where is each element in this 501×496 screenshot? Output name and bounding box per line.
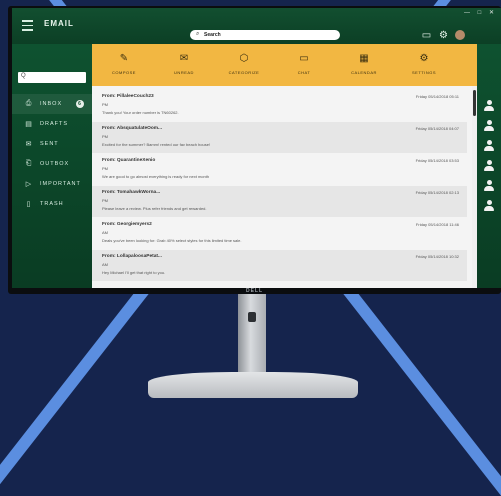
categorize-button[interactable]: ⬡ CATEGORIZE	[224, 52, 264, 75]
top-bar: EMAIL ⌕ Search ▭ ⚙ — □ ✕	[12, 8, 501, 44]
message-time-period: PM	[102, 198, 108, 203]
top-icons: ▭ ⚙	[421, 30, 465, 41]
contact-avatar-icon[interactable]	[484, 140, 494, 152]
contact-avatar-icon[interactable]	[484, 120, 494, 132]
sidebar-item-important[interactable]: ▷ IMPORTANT	[12, 174, 92, 194]
outbox-icon: ⎗	[25, 160, 33, 167]
message-row[interactable]: From: PillaleeCouch23 Friday 05/14/2018 0…	[92, 90, 467, 121]
trash-icon: ▯	[26, 201, 32, 208]
message-row[interactable]: From: Georgiemyers2 Friday 05/14/2018 11:…	[92, 218, 467, 249]
message-date: Friday 05/14/2018 11:46	[415, 222, 459, 227]
background-stripe	[0, 283, 151, 496]
unread-button[interactable]: ✉ UNREAD	[164, 52, 204, 75]
message-preview: Please leave a review. Plus refer friend…	[102, 206, 207, 211]
message-preview: Deals you've been looking for: Grab 40% …	[102, 238, 242, 243]
message-date: Friday 05/14/2018 04:07	[415, 126, 459, 131]
message-time-period: AM	[102, 230, 108, 235]
sidebar-item-label: SENT	[40, 141, 59, 147]
message-date: Friday 05/14/2018 05:11	[415, 94, 459, 99]
gear-icon: ⚙	[419, 53, 429, 64]
sidebar-item-trash[interactable]: ▯ TRASH	[12, 194, 92, 214]
message-row[interactable]: From: LollapaloosaPetat... Friday 05/14/2…	[92, 250, 467, 281]
message-row[interactable]: From: QuarantineXenio Friday 05/14/2018 0…	[92, 154, 467, 185]
toolbar-label: SETTINGS	[411, 70, 436, 75]
drafts-icon: ▤	[25, 121, 33, 128]
sidebar-search-icon: Q	[21, 73, 26, 79]
message-sender: From: PillaleeCouch23	[102, 94, 154, 99]
important-icon: ▷	[25, 181, 33, 188]
sidebar-item-inbox[interactable]: ⎙ INBOX 6	[12, 94, 92, 114]
toolbar-label: COMPOSE	[112, 70, 136, 75]
chat-bubble-icon[interactable]: ▭	[421, 30, 432, 41]
message-sender: From: Georgiemyers2	[102, 222, 152, 227]
sidebar-item-label: INBOX	[40, 101, 63, 107]
monitor-stand	[238, 294, 266, 374]
message-row[interactable]: From: AbsquatulateOom... Friday 05/14/201…	[92, 122, 467, 153]
app-title: EMAIL	[44, 19, 74, 28]
contact-avatar-icon[interactable]	[484, 200, 494, 212]
toolbar-label: UNREAD	[174, 70, 194, 75]
sidebar-item-sent[interactable]: ✉ SENT	[12, 134, 92, 154]
message-date: Friday 05/14/2018 03:53	[415, 158, 459, 163]
contact-avatar-icon[interactable]	[484, 100, 494, 112]
settings-button[interactable]: ⚙ SETTINGS	[404, 52, 444, 75]
message-time-period: PM	[102, 134, 108, 139]
sidebar-item-label: IMPORTANT	[40, 181, 81, 187]
message-sender: From: LollapaloosaPetat...	[102, 254, 162, 259]
tag-icon: ⬡	[239, 53, 249, 64]
unread-count-badge: 6	[76, 100, 84, 108]
message-sender: From: AbsquatulateOom...	[102, 126, 163, 131]
toolbar: ✎ COMPOSE ✉ UNREAD ⬡ CATEGORIZE ▭ CHAT ▦ CALENDAR…	[92, 44, 477, 86]
contacts-rail	[477, 44, 501, 288]
envelope-icon: ✉	[179, 53, 189, 64]
gear-icon[interactable]: ⚙	[438, 30, 449, 41]
sidebar-item-label: OUTBOX	[40, 161, 70, 167]
chat-button[interactable]: ▭ CHAT	[284, 52, 324, 75]
sidebar: Q ⎙ INBOX 6 ▤ DRAFTS ✉ SENT ⎗ OUTBOX ▷ IMPORTANT ▯ T…	[12, 44, 92, 288]
window-controls[interactable]: — □ ✕	[464, 9, 497, 16]
search-input[interactable]: ⌕ Search	[190, 30, 340, 40]
monitor: EMAIL ⌕ Search ▭ ⚙ — □ ✕ Q ⎙ INBOX 6 ▤ DRAFT…	[8, 6, 501, 294]
pencil-icon: ✎	[119, 53, 129, 64]
message-sender: From: QuarantineXenio	[102, 158, 156, 163]
search-icon: ⌕	[196, 31, 200, 37]
sidebar-search-input[interactable]: Q	[18, 72, 86, 83]
message-preview: Thank you! Your order number is TN60262.	[102, 110, 179, 115]
message-time-period: AM	[102, 262, 108, 267]
message-preview: We are good to go almost everything is r…	[102, 174, 210, 179]
message-time-period: PM	[102, 102, 108, 107]
hamburger-menu-icon[interactable]	[22, 20, 33, 34]
background-stripe	[341, 283, 501, 496]
scrollbar-thumb[interactable]	[473, 90, 476, 116]
monitor-stand-slot	[248, 312, 256, 322]
toolbar-label: CHAT	[297, 70, 311, 75]
search-input-text: Search	[204, 31, 221, 38]
message-row[interactable]: From: TomahawkWorna... Friday 05/14/2018 …	[92, 186, 467, 217]
calendar-button[interactable]: ▦ CALENDAR	[344, 52, 384, 75]
contact-avatar-icon[interactable]	[484, 180, 494, 192]
sidebar-nav: ⎙ INBOX 6 ▤ DRAFTS ✉ SENT ⎗ OUTBOX ▷ IMPORTANT ▯ TRA…	[12, 94, 92, 214]
avatar[interactable]	[455, 30, 465, 40]
chat-icon: ▭	[299, 53, 309, 64]
message-sender: From: TomahawkWorna...	[102, 190, 161, 195]
toolbar-label: CATEGORIZE	[228, 70, 260, 75]
sidebar-item-drafts[interactable]: ▤ DRAFTS	[12, 114, 92, 134]
message-date: Friday 05/14/2018 10:32	[415, 254, 459, 259]
toolbar-label: CALENDAR	[351, 70, 377, 75]
inbox-icon: ⎙	[25, 100, 33, 107]
message-list: From: PillaleeCouch23 Friday 05/14/2018 0…	[92, 86, 477, 288]
message-preview: Hey Michael I'll get that right to you.	[102, 270, 166, 275]
calendar-icon: ▦	[359, 53, 369, 64]
sidebar-item-outbox[interactable]: ⎗ OUTBOX	[12, 154, 92, 174]
message-preview: Excited for the summer? Bamm! rented our…	[102, 142, 211, 147]
sidebar-item-label: DRAFTS	[40, 121, 68, 127]
monitor-stand-base	[148, 372, 358, 398]
message-time-period: PM	[102, 166, 108, 171]
compose-button[interactable]: ✎ COMPOSE	[104, 52, 144, 75]
contact-avatar-icon[interactable]	[484, 160, 494, 172]
sidebar-item-label: TRASH	[40, 201, 64, 207]
sent-icon: ✉	[25, 141, 33, 148]
email-app-screen: EMAIL ⌕ Search ▭ ⚙ — □ ✕ Q ⎙ INBOX 6 ▤ DRAFT…	[12, 8, 501, 288]
message-date: Friday 05/14/2018 02:13	[415, 190, 459, 195]
